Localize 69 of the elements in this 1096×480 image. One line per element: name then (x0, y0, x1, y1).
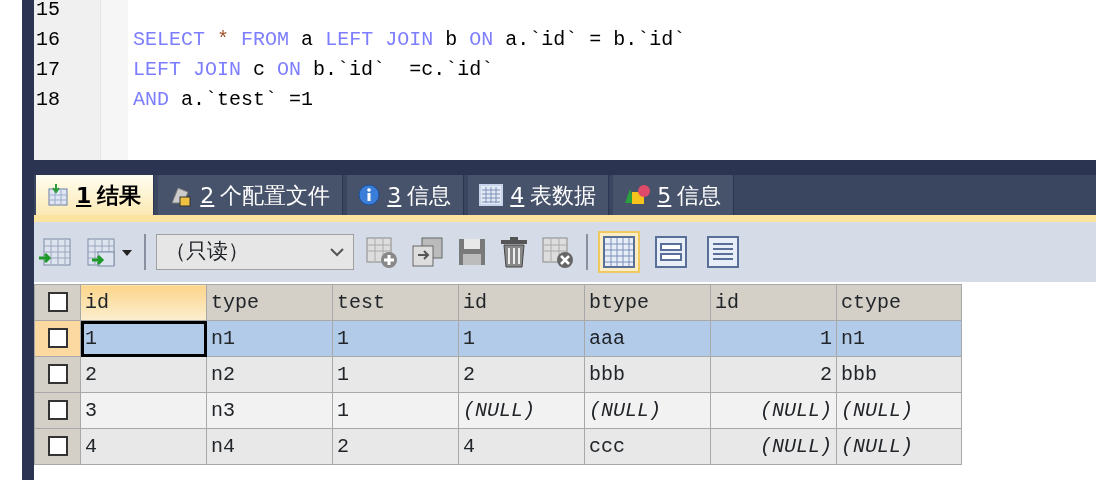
column-header[interactable]: id (80, 284, 207, 321)
add-row-icon[interactable] (38, 236, 72, 268)
table-cell: (NULL) (836, 428, 962, 465)
table-cell: (NULL) (710, 392, 837, 429)
table-cell: 1 (332, 356, 459, 393)
mode-dropdown[interactable]: （只读） (156, 234, 354, 270)
tab[interactable]: 1 结果 (36, 175, 155, 215)
checkbox[interactable] (47, 364, 68, 385)
column-header[interactable]: ctype (836, 284, 962, 321)
table-row[interactable]: 1 n1 1 1 aaa 1 n1 (34, 320, 962, 357)
table-cell: n3 (206, 392, 333, 429)
table-cell: (NULL) (584, 392, 711, 429)
column-header[interactable]: id (458, 284, 585, 321)
add-row-icon[interactable] (364, 235, 400, 269)
table-cell: 1 (458, 320, 585, 357)
column-header[interactable]: type (206, 284, 333, 321)
checkbox[interactable] (47, 400, 68, 421)
shapes-icon (623, 183, 652, 207)
tab[interactable]: 4 表数据 (468, 175, 610, 215)
table-cell: 4 (458, 428, 585, 465)
table-cell: 1 (332, 392, 459, 429)
line-number: 18 (36, 88, 60, 111)
table-cell: 2 (332, 428, 459, 465)
checkbox[interactable] (47, 436, 68, 457)
table-cell: 1 (80, 320, 207, 357)
table-cell: (NULL) (710, 428, 837, 465)
table-cell: (NULL) (458, 392, 585, 429)
code-line: LEFT JOIN c ON b.`id` =c.`id` (133, 58, 494, 81)
code-line: SELECT * FROM a LEFT JOIN b ON a.`id` = b.`id` (133, 28, 686, 51)
code-line: AND a.`test` =1 (133, 88, 314, 111)
column-header[interactable]: id (710, 284, 837, 321)
table-cell: (NULL) (836, 392, 962, 429)
checkbox[interactable] (47, 292, 68, 313)
table-cell: n1 (206, 320, 333, 357)
table-icon (478, 183, 505, 207)
table-cell: 2 (458, 356, 585, 393)
line-number: 17 (36, 58, 60, 81)
table-cell: 3 (80, 392, 207, 429)
table-cell: bbb (584, 356, 711, 393)
table-cell: n4 (206, 428, 333, 465)
table-arrow-icon (46, 183, 70, 207)
tab[interactable]: 2 个配置文件 (158, 175, 344, 215)
tab[interactable]: 3 信息 (347, 175, 465, 215)
line-number: 15 (36, 0, 60, 21)
table-cell: 2 (710, 356, 837, 393)
table-cell: ccc (584, 428, 711, 465)
grid-view-icon[interactable] (598, 231, 640, 273)
info-icon (357, 183, 382, 207)
table-cell: aaa (584, 320, 711, 357)
tab[interactable]: 5 信息 (613, 175, 735, 215)
table-row[interactable]: 2 n2 1 2 bbb 2 bbb (34, 356, 962, 393)
table-cell: n1 (836, 320, 962, 357)
table-cell: n2 (206, 356, 333, 393)
trash-icon[interactable] (498, 235, 530, 269)
checkbox[interactable] (47, 328, 68, 349)
delete-row-icon[interactable] (540, 235, 576, 269)
table-cell: 1 (332, 320, 459, 357)
save-icon[interactable] (456, 236, 488, 268)
column-header[interactable]: btype (584, 284, 711, 321)
table-cell: 1 (710, 320, 837, 357)
copy-icon[interactable] (410, 235, 446, 269)
column-header[interactable]: test (332, 284, 459, 321)
table-row[interactable]: 4 n4 2 4 ccc (NULL) (NULL) (34, 428, 962, 465)
table-cell: 4 (80, 428, 207, 465)
caret-icon (329, 247, 345, 257)
line-number: 16 (36, 28, 60, 51)
table-cell: bbb (836, 356, 962, 393)
table-row[interactable]: 3 n3 1 (NULL) (NULL) (NULL) (NULL) (34, 392, 962, 429)
table-cell: 2 (80, 356, 207, 393)
